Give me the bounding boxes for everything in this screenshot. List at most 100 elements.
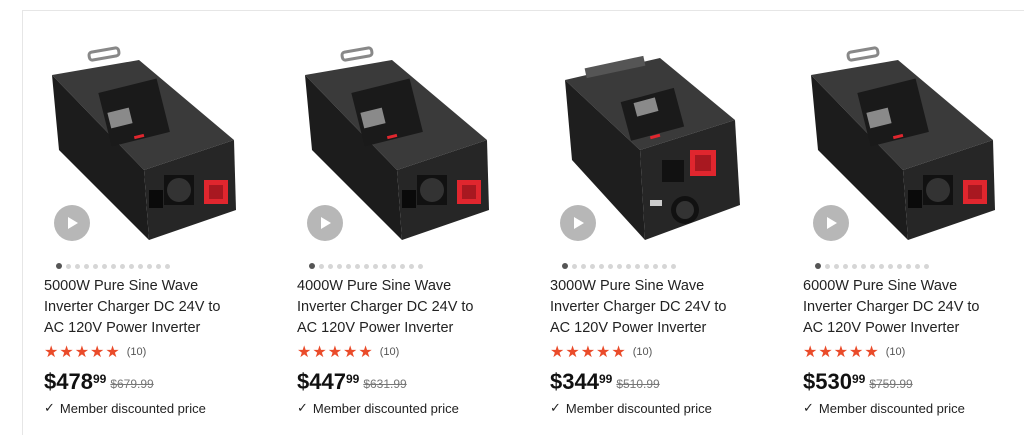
check-icon: ✓ — [550, 401, 561, 416]
carousel-dot[interactable] — [382, 263, 387, 269]
product-title[interactable]: 3000W Pure Sine Wave Inverter Charger DC… — [550, 276, 750, 339]
carousel-dot[interactable] — [129, 263, 134, 269]
play-button[interactable] — [307, 205, 343, 241]
carousel-dot[interactable] — [590, 263, 595, 269]
content-border-left — [22, 10, 23, 435]
carousel-dot[interactable] — [355, 263, 360, 269]
carousel-dot[interactable] — [825, 263, 830, 269]
carousel-dot[interactable] — [337, 263, 342, 269]
carousel-dot[interactable] — [879, 263, 884, 269]
carousel-dot[interactable] — [562, 263, 568, 269]
carousel-dot[interactable] — [644, 263, 649, 269]
rating[interactable]: ★ ★ ★ ★ ★ (10) — [297, 344, 399, 360]
price-cents: 99 — [598, 372, 613, 386]
price-whole: 530 — [815, 369, 852, 394]
product-title[interactable]: 5000W Pure Sine Wave Inverter Charger DC… — [44, 276, 244, 339]
product-image-area[interactable] — [803, 40, 1003, 250]
rating[interactable]: ★ ★ ★ ★ ★ (10) — [803, 344, 905, 360]
star-icon: ★ — [327, 342, 343, 361]
carousel-dot[interactable] — [391, 263, 396, 269]
product-image-area[interactable] — [44, 40, 244, 250]
carousel-dot[interactable] — [111, 263, 116, 269]
star-icon: ★ — [358, 342, 373, 361]
carousel-dot[interactable] — [84, 263, 89, 269]
star-icon: ★ — [297, 342, 312, 361]
product-image-area[interactable] — [297, 40, 497, 250]
star-icon: ★ — [550, 342, 565, 361]
carousel-dot[interactable] — [572, 263, 577, 269]
carousel-dot[interactable] — [617, 263, 622, 269]
carousel-dot[interactable] — [626, 263, 631, 269]
carousel-dot[interactable] — [138, 263, 143, 269]
carousel-dot[interactable] — [581, 263, 586, 269]
product-title[interactable]: 6000W Pure Sine Wave Inverter Charger DC… — [803, 276, 1003, 339]
carousel-dot[interactable] — [915, 263, 920, 269]
star-icon: ★ — [59, 342, 74, 361]
carousel-dot[interactable] — [852, 263, 857, 269]
star-icon: ★ — [312, 342, 327, 361]
carousel-dot[interactable] — [156, 263, 161, 269]
product-card[interactable]: 5000W Pure Sine Wave Inverter Charger DC… — [44, 40, 244, 430]
carousel-dot[interactable] — [373, 263, 378, 269]
carousel-dot[interactable] — [599, 263, 604, 269]
carousel-dot[interactable] — [671, 263, 676, 269]
check-icon: ✓ — [297, 401, 308, 416]
carousel-dot[interactable] — [93, 263, 98, 269]
check-icon: ✓ — [803, 401, 814, 416]
rating[interactable]: ★ ★ ★ ★ ★ (10) — [44, 344, 146, 360]
carousel-dot[interactable] — [400, 263, 405, 269]
review-count: (10) — [379, 346, 400, 358]
play-icon — [68, 217, 78, 229]
member-text: Member discounted price — [312, 401, 459, 416]
price-currency: $ — [297, 369, 310, 394]
price-cents: 99 — [851, 372, 866, 386]
carousel-dot[interactable] — [843, 263, 848, 269]
price: $ 530 99 $759.99 — [803, 369, 913, 395]
product-title[interactable]: 4000W Pure Sine Wave Inverter Charger DC… — [297, 276, 497, 339]
product-card[interactable]: 4000W Pure Sine Wave Inverter Charger DC… — [297, 40, 497, 430]
price-whole: 344 — [562, 369, 599, 394]
product-card[interactable]: 6000W Pure Sine Wave Inverter Charger DC… — [803, 40, 1003, 430]
play-button[interactable] — [560, 205, 596, 241]
star-icon: ★ — [74, 342, 90, 361]
carousel-dot[interactable] — [834, 263, 839, 269]
product-title-line: AC 120V Power Inverter — [803, 320, 960, 336]
carousel-dot[interactable] — [653, 263, 658, 269]
check-icon: ✓ — [44, 401, 55, 416]
carousel-dot[interactable] — [635, 263, 640, 269]
product-title-line: AC 120V Power Inverter — [550, 320, 707, 336]
carousel-dot[interactable] — [56, 263, 62, 269]
carousel-dot[interactable] — [815, 263, 821, 269]
carousel-dot[interactable] — [346, 263, 351, 269]
carousel-dot[interactable] — [165, 263, 170, 269]
carousel-dot[interactable] — [66, 263, 71, 269]
carousel-dot[interactable] — [906, 263, 911, 269]
carousel-dot[interactable] — [924, 263, 929, 269]
play-button[interactable] — [813, 205, 849, 241]
play-button[interactable] — [54, 205, 90, 241]
carousel-dot[interactable] — [861, 263, 866, 269]
member-discount-note: ✓ Member discounted price — [803, 401, 965, 416]
carousel-dot[interactable] — [75, 263, 80, 269]
carousel-dot[interactable] — [364, 263, 369, 269]
product-image-area[interactable] — [550, 40, 750, 250]
carousel-dot[interactable] — [418, 263, 423, 269]
carousel-dot[interactable] — [120, 263, 125, 269]
carousel-dot[interactable] — [870, 263, 875, 269]
carousel-dot[interactable] — [608, 263, 613, 269]
content-border-top — [22, 10, 1024, 11]
star-icon: ★ — [849, 342, 864, 361]
carousel-dot[interactable] — [328, 263, 333, 269]
product-title-line: Inverter Charger DC 24V to — [297, 299, 474, 315]
product-card[interactable]: 3000W Pure Sine Wave Inverter Charger DC… — [550, 40, 750, 430]
carousel-dot[interactable] — [888, 263, 893, 269]
price: $ 478 99 $679.99 — [44, 369, 154, 395]
carousel-dot[interactable] — [897, 263, 902, 269]
carousel-dot[interactable] — [662, 263, 667, 269]
carousel-dot[interactable] — [319, 263, 324, 269]
carousel-dot[interactable] — [147, 263, 152, 269]
carousel-dot[interactable] — [409, 263, 414, 269]
rating[interactable]: ★ ★ ★ ★ ★ (10) — [550, 344, 652, 360]
carousel-dot[interactable] — [102, 263, 107, 269]
carousel-dot[interactable] — [309, 263, 315, 269]
